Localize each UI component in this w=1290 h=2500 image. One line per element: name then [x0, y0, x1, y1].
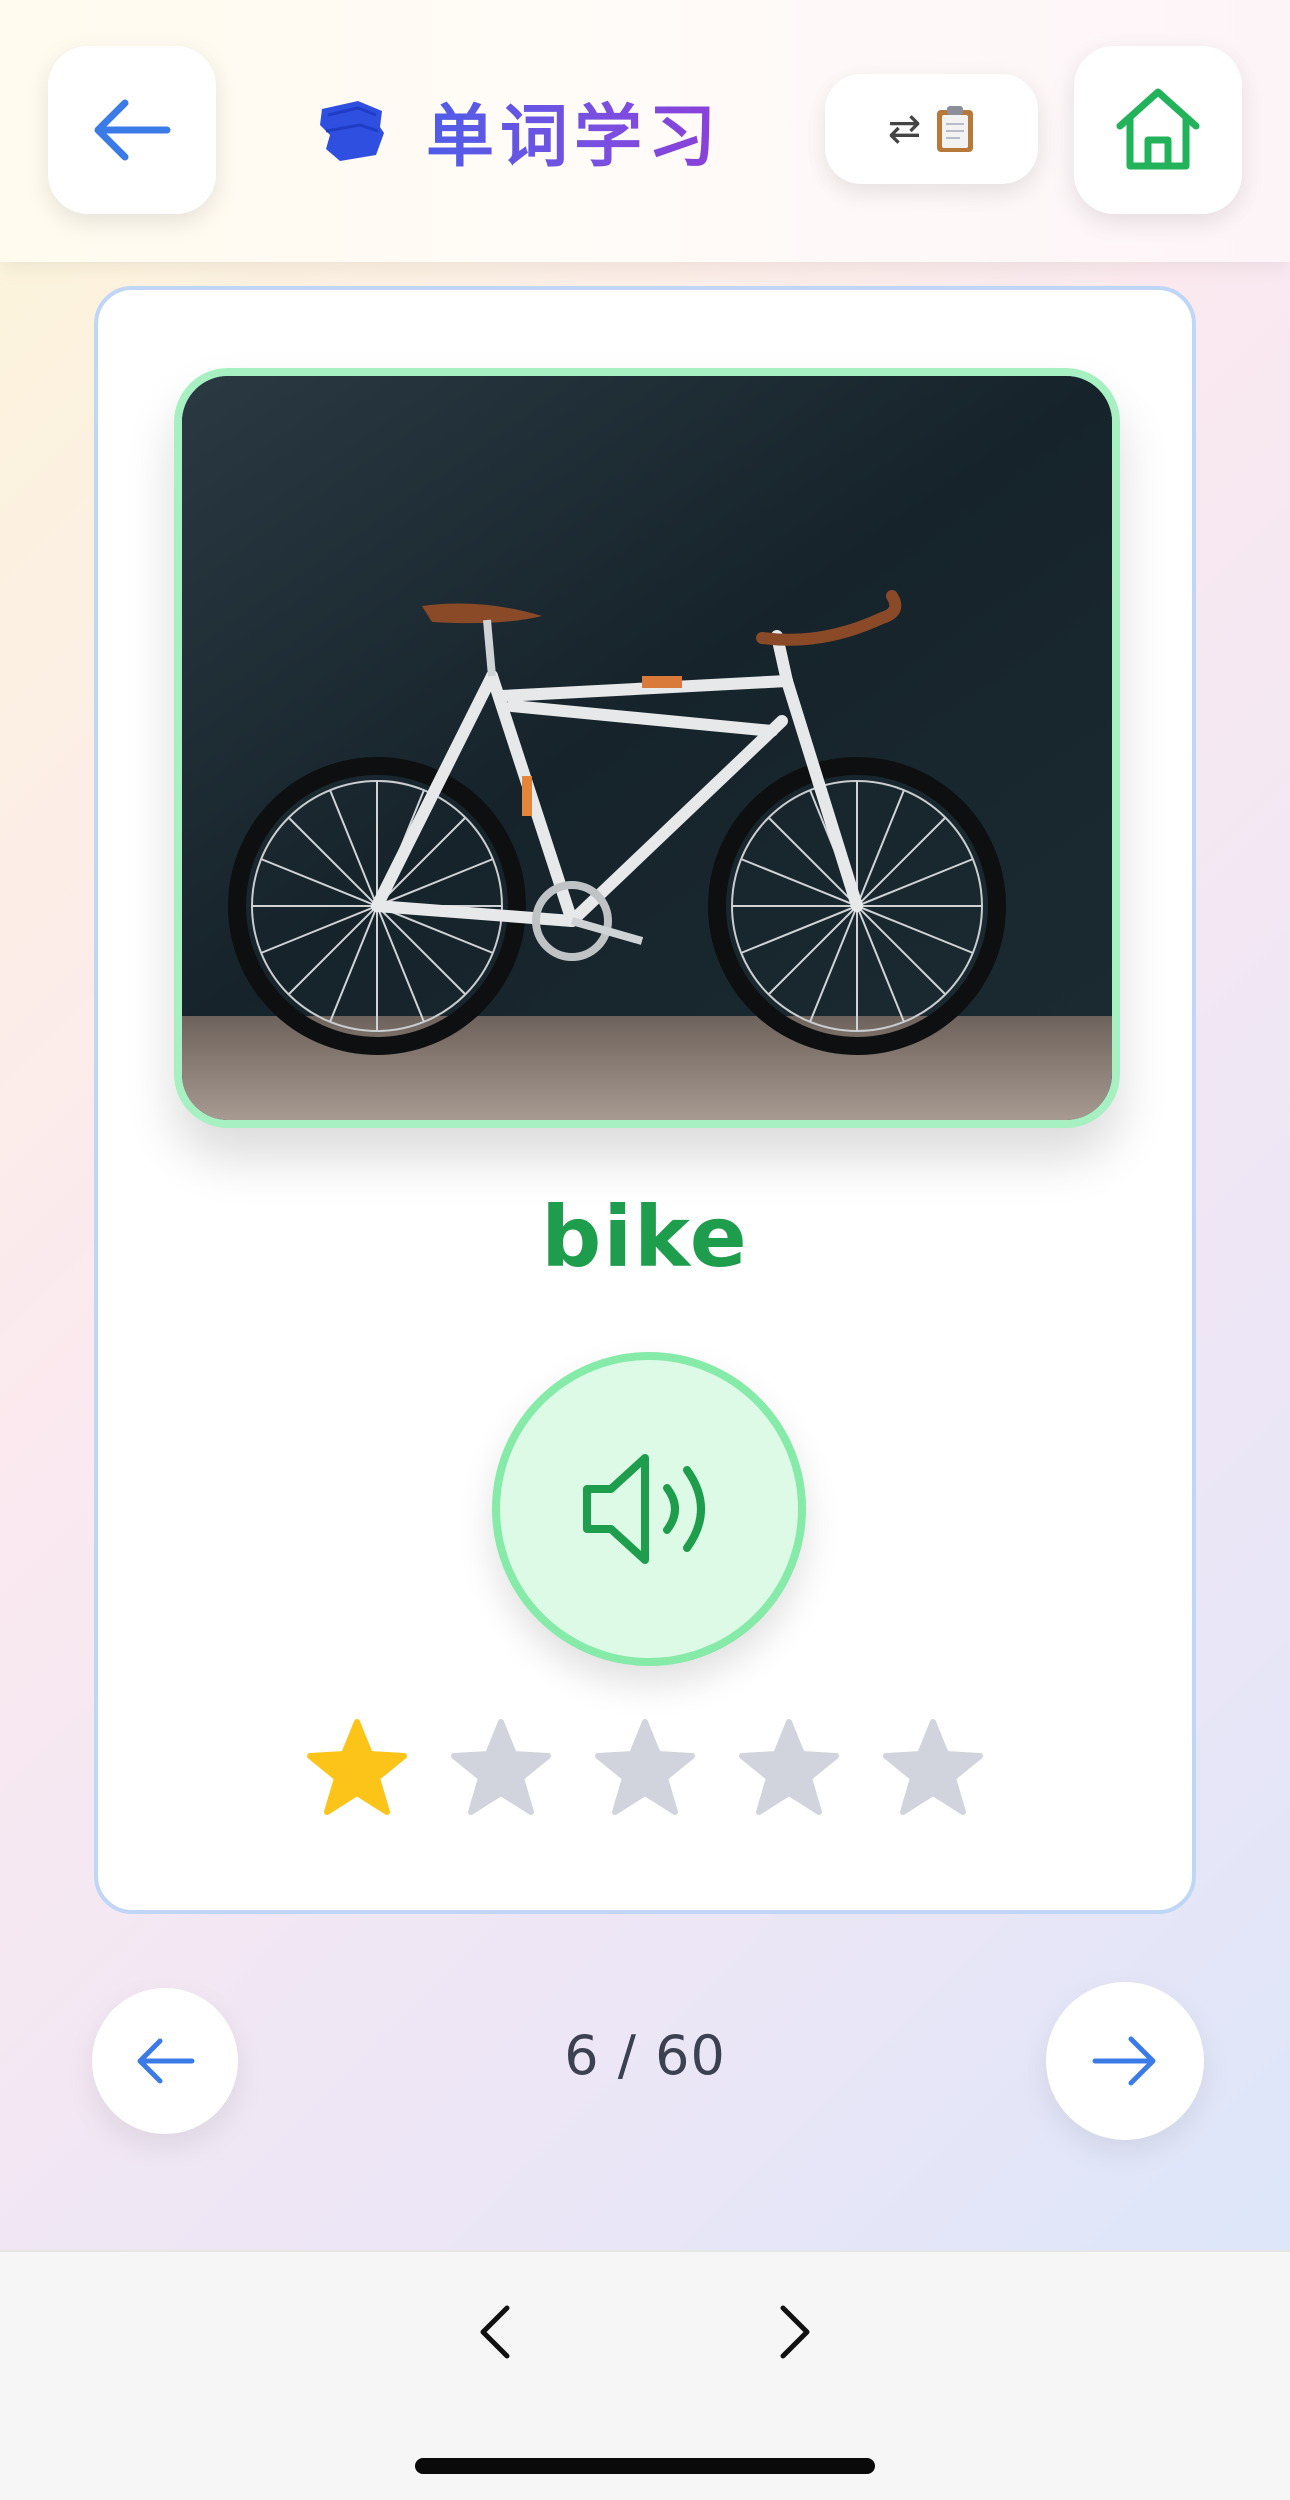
arrow-left-icon [137, 2038, 195, 2084]
home-button[interactable] [1074, 46, 1242, 214]
browser-forward-button[interactable] [755, 2292, 835, 2372]
star-empty-icon[interactable] [451, 1718, 551, 1818]
browser-back-button[interactable] [455, 2292, 535, 2372]
swap-mode-button[interactable]: ⇄ [825, 74, 1038, 184]
speaker-volume-icon [583, 1454, 705, 1564]
star-empty-icon[interactable] [739, 1718, 839, 1818]
chevron-right-icon [780, 2305, 810, 2359]
page-title-group: 单词学习 [318, 80, 722, 180]
star-filled-icon[interactable] [307, 1718, 407, 1818]
star-empty-icon[interactable] [883, 1718, 983, 1818]
home-icon [1116, 88, 1200, 170]
next-word-button[interactable] [1046, 1982, 1204, 2140]
top-header: 单词学习 ⇄ [0, 0, 1290, 262]
page-counter: 6 / 60 [564, 2024, 726, 2087]
bicycle-photo [182, 376, 1112, 1120]
swap-arrows-icon: ⇄ [887, 106, 922, 152]
page-title: 单词学习 [426, 81, 722, 180]
arrow-right-icon [1092, 2036, 1156, 2086]
chevron-left-icon [480, 2305, 510, 2359]
back-button[interactable] [48, 46, 216, 214]
book-stack-icon [320, 101, 384, 161]
play-audio-button[interactable] [492, 1352, 806, 1666]
prev-word-button[interactable] [92, 1988, 238, 2134]
word-card: bike [94, 286, 1196, 1914]
clipboard-icon [937, 106, 974, 152]
word-text: bike [541, 1188, 749, 1286]
word-image [174, 368, 1120, 1128]
arrow-left-icon [94, 99, 171, 161]
rating-stars[interactable] [98, 1718, 1192, 1828]
home-indicator [415, 2458, 875, 2474]
star-empty-icon[interactable] [595, 1718, 695, 1818]
